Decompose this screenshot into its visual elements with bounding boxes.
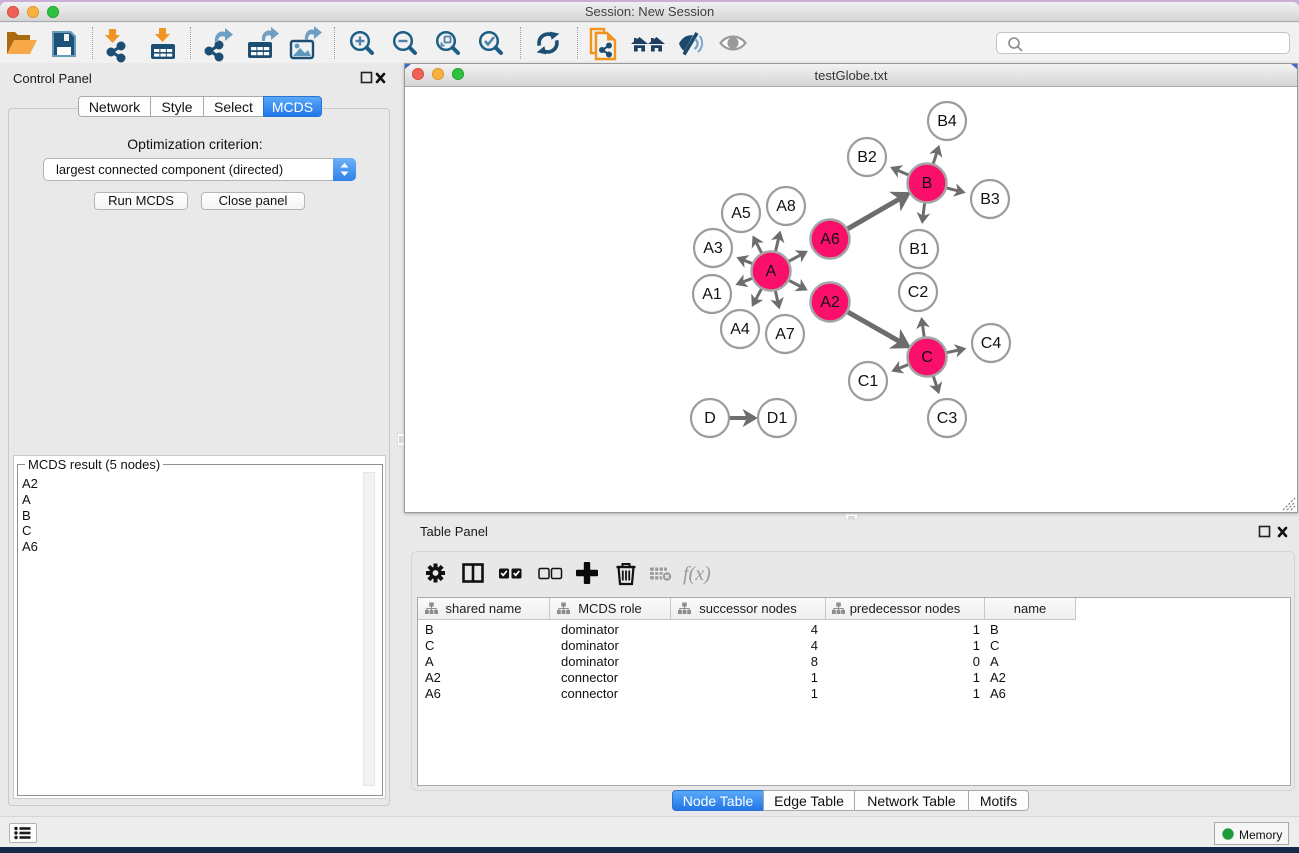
svg-text:B2: B2 <box>857 149 877 166</box>
svg-text:C1: C1 <box>858 373 879 390</box>
svg-text:C: C <box>921 349 933 366</box>
svg-text:B4: B4 <box>937 113 957 130</box>
svg-text:A4: A4 <box>730 321 750 338</box>
svg-text:A1: A1 <box>702 286 722 303</box>
svg-text:B1: B1 <box>909 241 929 258</box>
svg-text:A5: A5 <box>731 205 751 222</box>
svg-text:A: A <box>766 263 777 280</box>
svg-text:D1: D1 <box>767 410 788 427</box>
svg-text:D: D <box>704 410 716 427</box>
svg-text:A8: A8 <box>776 198 796 215</box>
svg-text:C4: C4 <box>981 335 1002 352</box>
svg-text:B: B <box>922 175 933 192</box>
svg-text:A3: A3 <box>703 240 723 257</box>
svg-text:A6: A6 <box>820 231 840 248</box>
svg-text:A2: A2 <box>820 294 840 311</box>
svg-text:C2: C2 <box>908 284 929 301</box>
svg-text:C3: C3 <box>937 410 958 427</box>
svg-text:f(x): f(x) <box>683 563 711 585</box>
svg-text:B3: B3 <box>980 191 1000 208</box>
svg-text:A7: A7 <box>775 326 795 343</box>
